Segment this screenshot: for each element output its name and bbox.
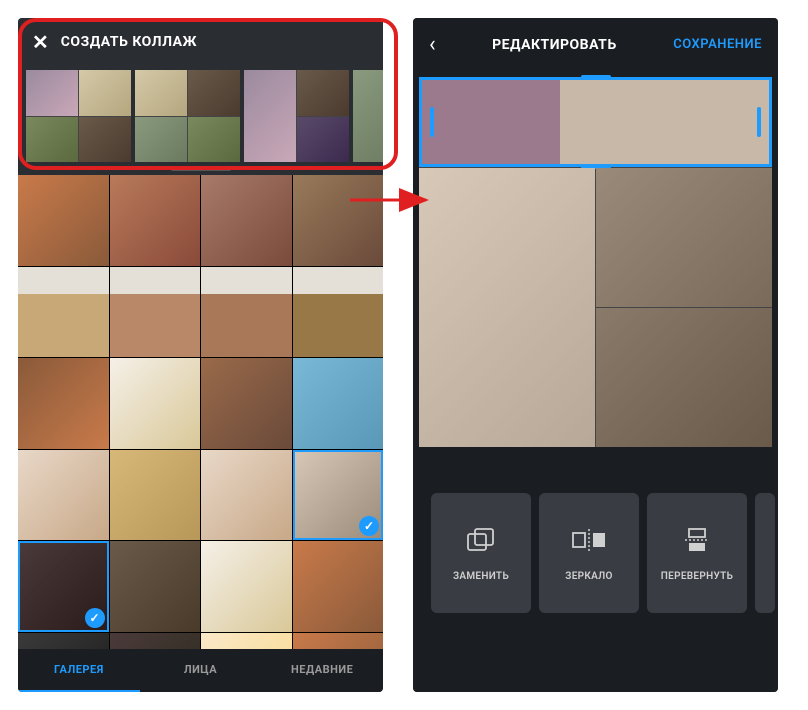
edit-header: ‹ РЕДАКТИРОВАТЬ СОХРАНЕНИЕ: [413, 18, 778, 71]
gallery-thumb[interactable]: [293, 267, 384, 358]
tool-label: ПЕРЕВЕРНУТЬ: [661, 571, 733, 582]
gallery-thumb[interactable]: [293, 541, 384, 632]
gallery-thumb[interactable]: [201, 267, 292, 358]
gallery-thumb[interactable]: [110, 175, 201, 266]
gallery-thumb[interactable]: [110, 541, 201, 632]
gallery-thumb[interactable]: [110, 358, 201, 449]
back-icon[interactable]: ‹: [429, 32, 436, 57]
gallery-thumb[interactable]: ✓: [18, 541, 109, 632]
tab-gallery[interactable]: ГАЛЕРЕЯ: [18, 649, 140, 692]
create-collage-screen: ✕ СОЗДАТЬ КОЛЛАЖ: [18, 18, 383, 692]
collage-preview[interactable]: [419, 77, 772, 447]
templates-strip[interactable]: [18, 66, 383, 176]
tab-faces[interactable]: ЛИЦА: [140, 649, 262, 692]
next-tool-button[interactable]: [755, 493, 775, 613]
check-icon: ✓: [359, 516, 379, 536]
resize-handle[interactable]: [757, 107, 761, 137]
gallery-thumb[interactable]: [201, 541, 292, 632]
gallery-thumb[interactable]: [293, 358, 384, 449]
edit-collage-screen: ‹ РЕДАКТИРОВАТЬ СОХРАНЕНИЕ: [413, 18, 778, 692]
gallery-thumb[interactable]: [110, 450, 201, 541]
gallery-thumb[interactable]: [201, 450, 292, 541]
gallery-thumb[interactable]: [18, 450, 109, 541]
resize-handle[interactable]: [430, 107, 434, 137]
collage-cell-selected[interactable]: [419, 77, 772, 167]
collage-cell[interactable]: [596, 308, 772, 447]
gallery-thumb[interactable]: [18, 358, 109, 449]
gallery-thumb[interactable]: [110, 267, 201, 358]
mirror-icon: [571, 525, 607, 555]
collage-cell[interactable]: [596, 168, 772, 307]
check-icon: ✓: [85, 608, 105, 628]
flip-icon: [679, 525, 715, 555]
gallery-thumb[interactable]: ✓: [293, 450, 384, 541]
create-title: СОЗДАТЬ КОЛЛАЖ: [61, 34, 197, 50]
tools-row: ЗАМЕНИТЬ ЗЕРКАЛО: [413, 453, 778, 692]
gallery-thumb[interactable]: [201, 633, 292, 650]
gallery-thumb[interactable]: [18, 175, 109, 266]
resize-handle[interactable]: [581, 75, 611, 79]
replace-icon: [463, 525, 499, 555]
tool-label: ЗАМЕНИТЬ: [453, 571, 509, 582]
edit-title: РЕДАКТИРОВАТЬ: [492, 37, 617, 53]
collage-template[interactable]: [353, 70, 383, 162]
collage-preview-area: [413, 71, 778, 453]
close-icon[interactable]: ✕: [32, 30, 49, 54]
gallery-thumb[interactable]: [201, 358, 292, 449]
save-button[interactable]: СОХРАНЕНИЕ: [673, 37, 762, 52]
gallery-grid: ✓ ✓: [18, 175, 383, 649]
gallery-thumb[interactable]: [201, 175, 292, 266]
tab-recent[interactable]: НЕДАВНИЕ: [261, 649, 383, 692]
drag-handle[interactable]: [171, 168, 231, 171]
flip-button[interactable]: ПЕРЕВЕРНУТЬ: [647, 493, 747, 613]
gallery-thumb[interactable]: [293, 633, 384, 650]
collage-cell[interactable]: [419, 168, 595, 447]
gallery-thumb[interactable]: [293, 175, 384, 266]
collage-template[interactable]: [26, 70, 131, 162]
tool-label: ЗЕРКАЛО: [565, 571, 612, 582]
gallery-thumb[interactable]: [18, 633, 109, 650]
gallery-thumb[interactable]: [18, 267, 109, 358]
mirror-button[interactable]: ЗЕРКАЛО: [539, 493, 639, 613]
gallery-thumb[interactable]: [110, 633, 201, 650]
create-header: ✕ СОЗДАТЬ КОЛЛАЖ: [18, 18, 383, 66]
collage-template[interactable]: [244, 70, 349, 162]
bottom-tabs: ГАЛЕРЕЯ ЛИЦА НЕДАВНИЕ: [18, 649, 383, 692]
replace-button[interactable]: ЗАМЕНИТЬ: [431, 493, 531, 613]
collage-template[interactable]: [135, 70, 240, 162]
